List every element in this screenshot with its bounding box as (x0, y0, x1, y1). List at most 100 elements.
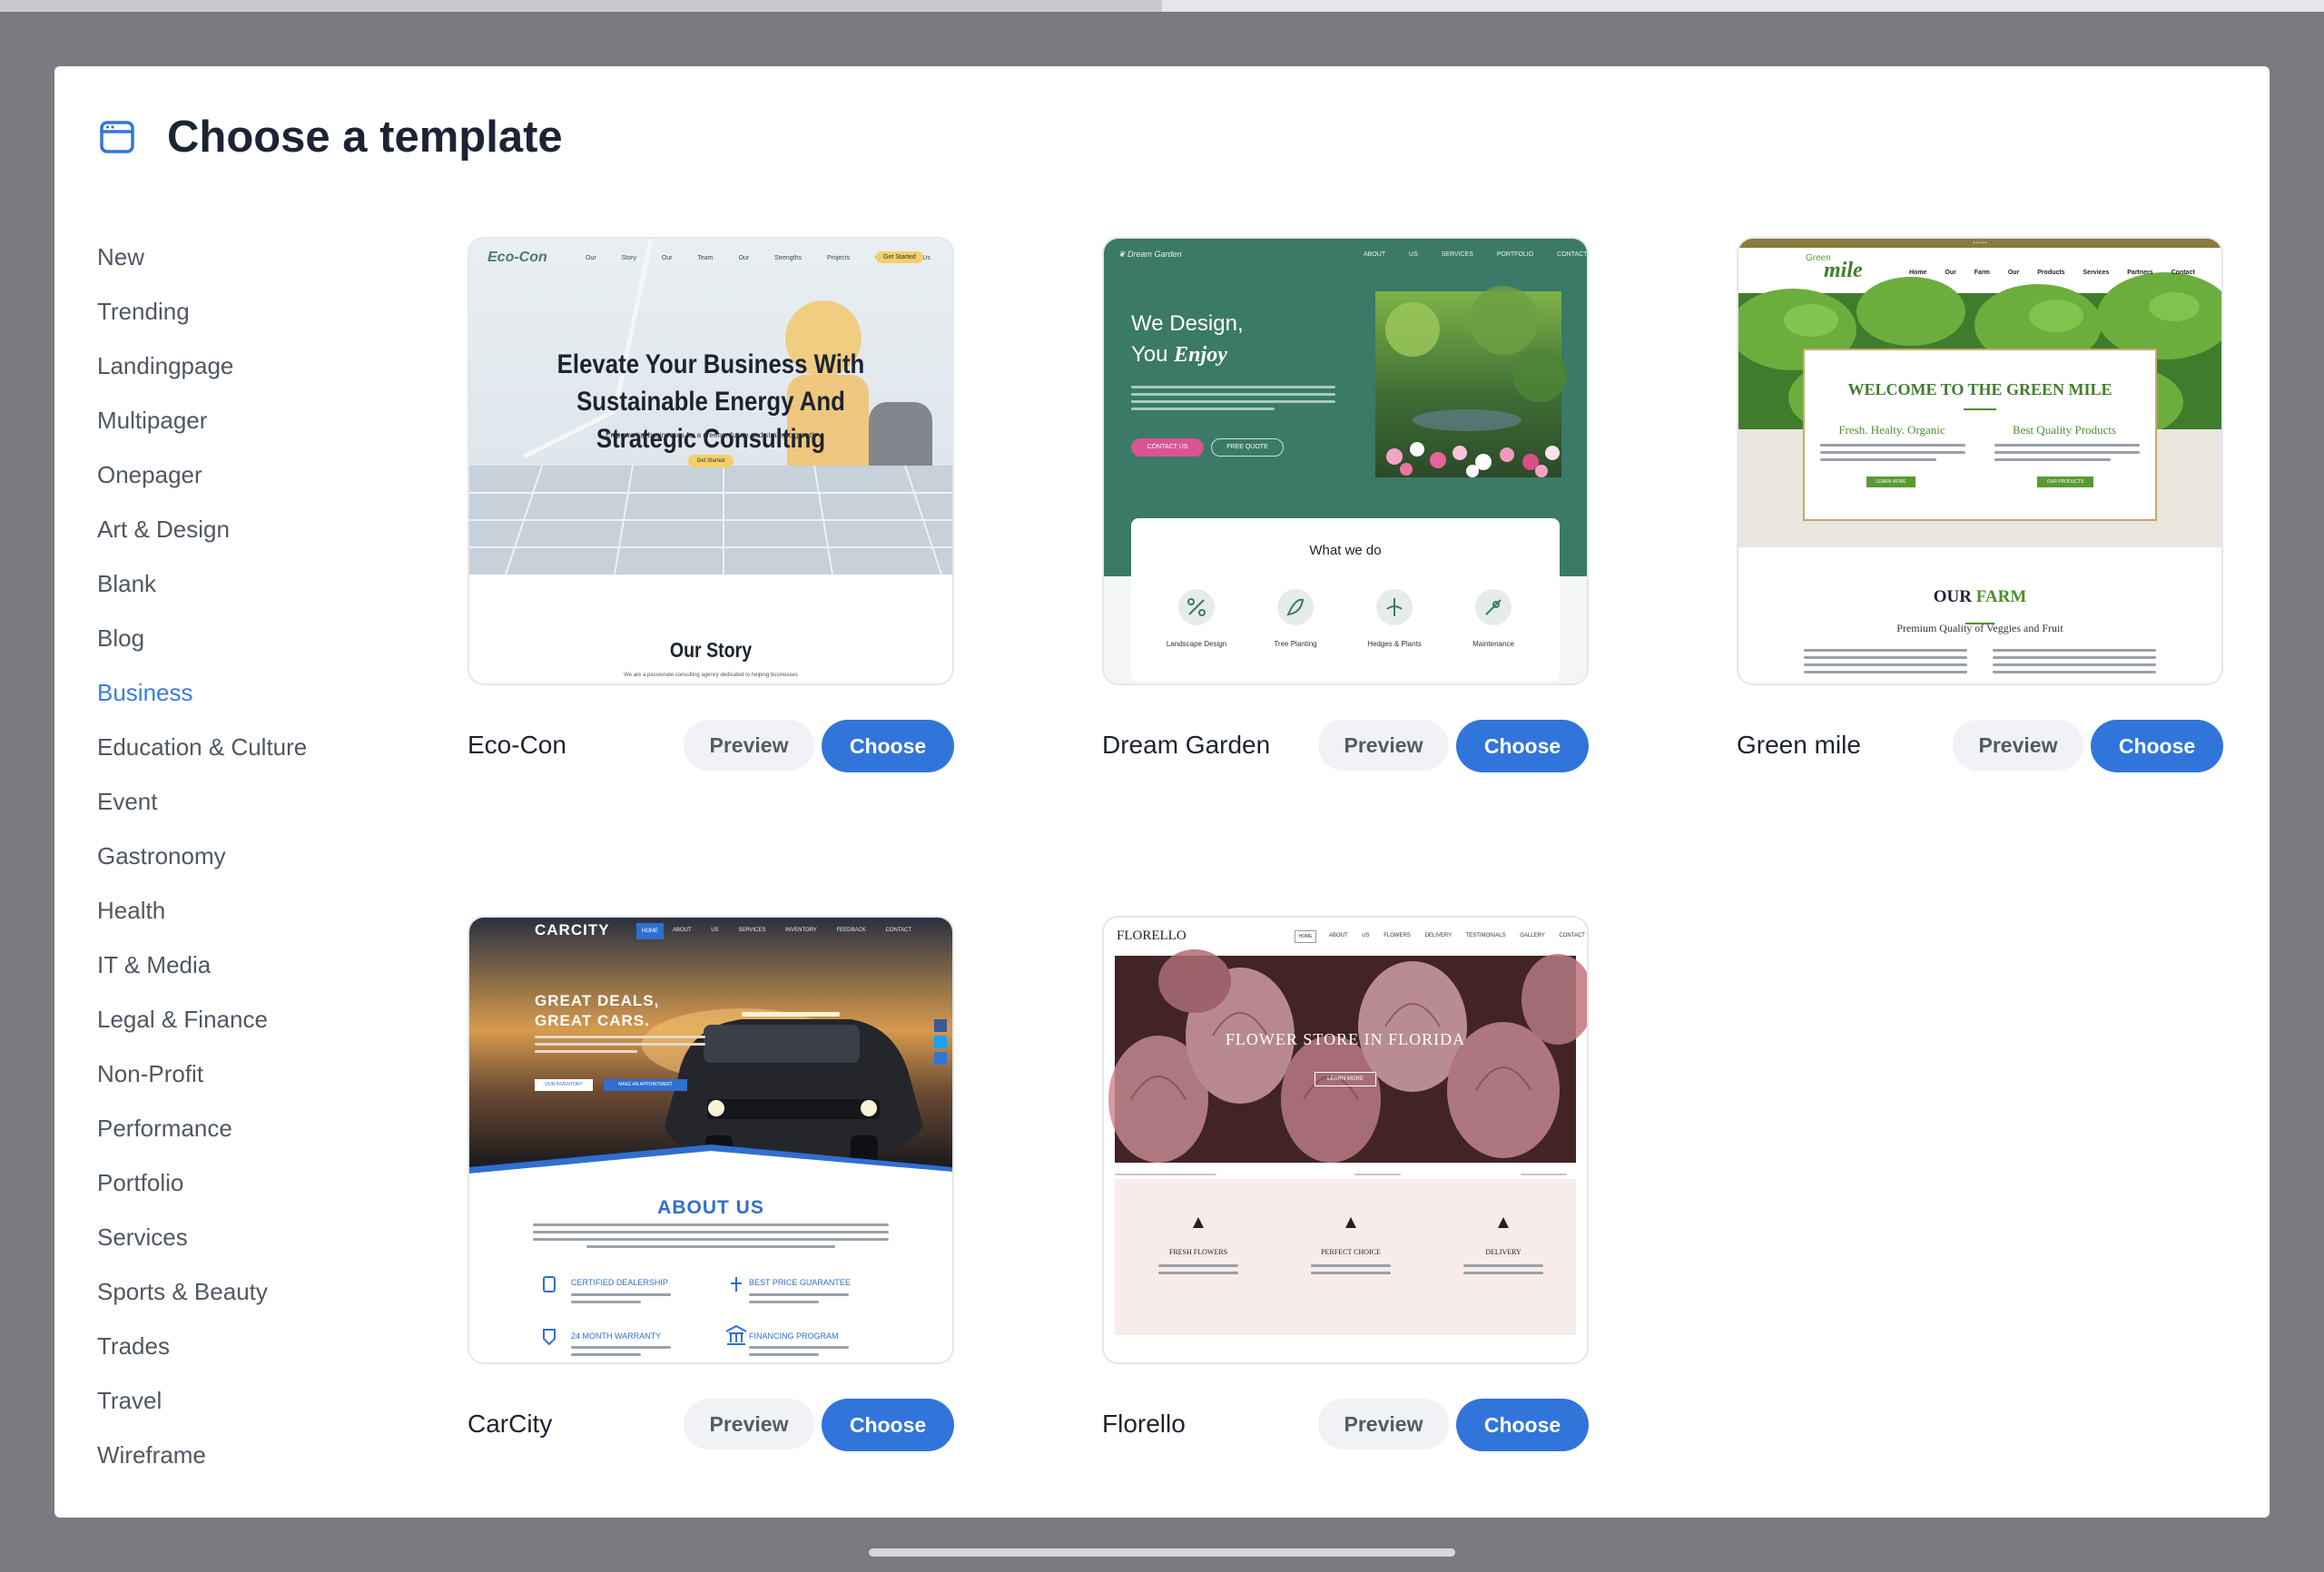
template-thumbnail-eco-con[interactable]: Eco-Con Our Story Our Team Our Strengths… (468, 237, 954, 685)
dream-garden-body-lines (1131, 386, 1335, 415)
category-trending[interactable]: Trending (97, 284, 388, 339)
eco-con-headline: Elevate Your Business With Sustainable E… (556, 349, 865, 454)
dream-garden-headline-1: We Design, (1131, 311, 1244, 336)
carcity-headline-1: GREAT DEALS, (535, 992, 660, 1009)
category-business[interactable]: Business (97, 665, 388, 720)
florello-feature-1: FRESH FLOWERS (1168, 1248, 1228, 1256)
green-mile-col-1-title: Fresh. Healty. Organic (1838, 423, 1945, 437)
carcity-feature-4-text (749, 1346, 849, 1361)
category-new[interactable]: New (97, 230, 388, 284)
card-footer: Eco-Con Preview Choose (468, 718, 954, 772)
template-thumbnail-carcity[interactable]: CARCITY HOME ABOUT US SERVICES INVENTORY… (468, 916, 954, 1364)
category-education-culture[interactable]: Education & Culture (97, 720, 388, 774)
preview-button[interactable]: Preview (1318, 1399, 1449, 1449)
dream-garden-box-title: What we do (1309, 543, 1382, 558)
card-footer: CarCity Preview Choose (468, 1397, 954, 1451)
leaf-icon: ❦ (1118, 250, 1128, 259)
florello-feature-3: DELIVERY (1485, 1248, 1521, 1256)
dream-garden-service-1: Landscape Design (1166, 640, 1227, 648)
category-legal-finance[interactable]: Legal & Finance (97, 992, 388, 1046)
choose-button[interactable]: Choose (822, 1399, 954, 1451)
category-list: New Trending Landingpage Multipager Onepager… (97, 230, 388, 1482)
eco-con-section-title: Our Story (669, 638, 753, 662)
dream-garden-nav: ABOUT US SERVICES PORTFOLIO CONTACT (1364, 251, 1588, 258)
template-name: Florello (1102, 1410, 1186, 1438)
florello-headline: FLOWER STORE IN FLORIDA (1225, 1030, 1466, 1048)
carcity-inventory-button: OUR INVENTORY (535, 1079, 593, 1091)
category-landingpage[interactable]: Landingpage (97, 339, 388, 393)
green-mile-section-sub: Premium Quality of Veggies and Fruit (1896, 622, 2063, 634)
card-footer: Dream Garden Preview Choose (1102, 718, 1589, 772)
category-onepager[interactable]: Onepager (97, 447, 388, 502)
category-health[interactable]: Health (97, 883, 388, 938)
green-mile-section-title-b: FARM (1975, 587, 2027, 606)
category-art-design[interactable]: Art & Design (97, 502, 388, 556)
preview-button[interactable]: Preview (684, 720, 814, 771)
eco-con-hero-button: Get Started (688, 455, 734, 467)
category-services[interactable]: Services (97, 1210, 388, 1264)
carcity-feature-3-text (571, 1346, 671, 1361)
green-mile-products-button: OUR PRODUCTS (2037, 477, 2093, 487)
green-mile-section-title: OUR FARM (1738, 587, 2221, 607)
eco-con-subtext: Empowering businesses for a greener futu… (606, 431, 816, 439)
category-sports-beauty[interactable]: Sports & Beauty (97, 1264, 388, 1319)
carcity-feature-1: CERTIFIED DEALERSHIP (571, 1278, 668, 1287)
green-mile-welcome: WELCOME TO THE GREEN MILE (1847, 380, 2112, 398)
eco-con-logo: Eco-Con (487, 250, 547, 265)
choose-button[interactable]: Choose (2091, 720, 2223, 772)
green-mile-learn-more: LEARN MORE (1866, 477, 1915, 487)
card-footer: Florello Preview Choose (1102, 1397, 1589, 1451)
category-trades[interactable]: Trades (97, 1319, 388, 1373)
dream-garden-service-3: Hedges & Plants (1367, 640, 1422, 648)
template-modal: Choose a template New Trending Landingpage… (54, 66, 2270, 1518)
eco-con-section-text: We are a passionate consulting agency de… (624, 673, 798, 678)
choose-button[interactable]: Choose (1456, 720, 1589, 772)
top-status-bar (0, 0, 2324, 12)
green-mile-col-1-text (1820, 444, 1965, 466)
category-non-profit[interactable]: Non-Profit (97, 1046, 388, 1101)
modal-title: Choose a template (167, 113, 563, 162)
dream-garden-service-2: Tree Planting (1274, 640, 1317, 648)
template-name: Green mile (1737, 731, 1861, 759)
carcity-about-text (533, 1223, 889, 1253)
template-thumbnail-green-mile[interactable]: • • • • • Green mile Home Our Farm Our P… (1737, 237, 2223, 685)
browser-window-icon (100, 121, 134, 153)
category-blog[interactable]: Blog (97, 611, 388, 665)
template-thumbnail-dream-garden[interactable]: ❦ Dream Garden ABOUT US SERVICES PORTFOL… (1102, 237, 1589, 685)
category-it-media[interactable]: IT & Media (97, 938, 388, 992)
dream-garden-quote-button: FREE QUOTE (1211, 438, 1284, 457)
card-footer: Green mile Preview Choose (1737, 718, 2223, 772)
carcity-feature-2: BEST PRICE GUARANTEE (749, 1278, 851, 1287)
carcity-hero-text (535, 1036, 705, 1057)
carcity-preview-art (469, 918, 952, 1362)
dream-garden-service-4: Maintenance (1472, 640, 1514, 648)
dream-garden-logo: ❦ Dream Garden (1118, 250, 1182, 260)
carcity-headline-2: GREAT CARS. (535, 1012, 650, 1029)
florello-logo: FLORELLO (1117, 928, 1187, 943)
template-name: CarCity (468, 1410, 553, 1438)
loading-progress (0, 0, 1162, 12)
category-travel[interactable]: Travel (97, 1373, 388, 1428)
template-name: Eco-Con (468, 731, 566, 759)
florello-contact-bar (1115, 1168, 1576, 1184)
category-blank[interactable]: Blank (97, 556, 388, 611)
category-wireframe[interactable]: Wireframe (97, 1428, 388, 1482)
choose-button[interactable]: Choose (822, 720, 954, 772)
category-portfolio[interactable]: Portfolio (97, 1155, 388, 1210)
florello-feature-2-text (1311, 1264, 1391, 1279)
category-performance[interactable]: Performance (97, 1101, 388, 1155)
category-event[interactable]: Event (97, 774, 388, 829)
carcity-feature-2-text (749, 1293, 849, 1308)
template-name: Dream Garden (1102, 731, 1271, 759)
green-mile-col-2-text (1994, 444, 2140, 466)
preview-button[interactable]: Preview (1953, 720, 2083, 771)
template-thumbnail-florello[interactable]: FLORELLO HOME ABOUT US FLOWERS DELIVERY … (1102, 916, 1589, 1364)
category-gastronomy[interactable]: Gastronomy (97, 829, 388, 883)
preview-button[interactable]: Preview (1318, 720, 1449, 771)
florello-learn-more: LEARN MORE (1315, 1072, 1376, 1086)
preview-button[interactable]: Preview (684, 1399, 814, 1449)
dream-garden-headline-2: You Enjoy (1131, 342, 1227, 368)
dream-garden-contact-button: CONTACT US (1131, 438, 1204, 457)
choose-button[interactable]: Choose (1456, 1399, 1589, 1451)
category-multipager[interactable]: Multipager (97, 393, 388, 447)
